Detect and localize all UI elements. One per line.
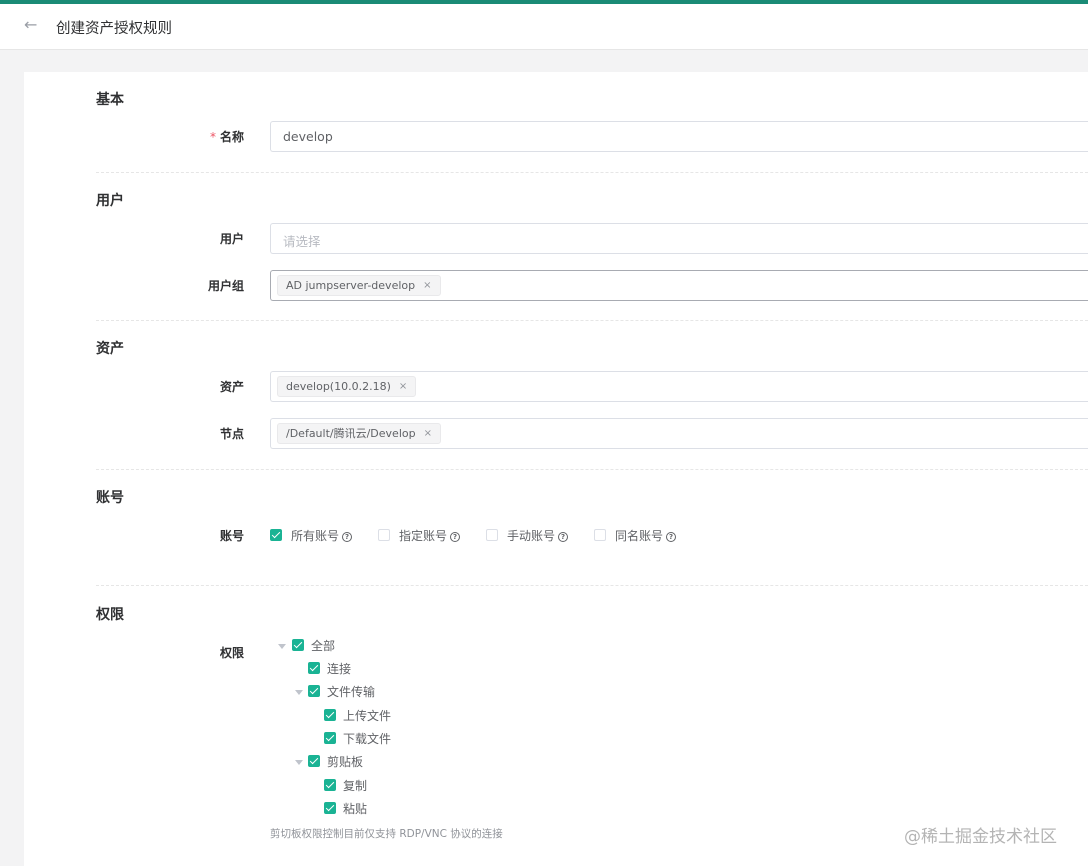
manual-accounts-label: 手动账号? (507, 527, 569, 544)
users-select-placeholder: 请选择 (283, 234, 321, 249)
tag-label: develop(10.0.2.18) (286, 380, 391, 393)
nodes-label: 节点 (219, 427, 244, 441)
users-label: 用户 (219, 232, 244, 246)
name-label-text: 名称 (219, 130, 244, 144)
tree-label-connect: 连接 (327, 662, 352, 676)
tree-collapse-icon[interactable] (295, 690, 303, 695)
section-divider (96, 320, 1088, 321)
cb-text: 同名账号 (615, 529, 664, 543)
name-input-value: develop (283, 129, 333, 144)
back-arrow-icon[interactable]: ← (24, 15, 42, 35)
accounts-label: 账号 (219, 529, 244, 543)
tree-checkbox-download[interactable] (324, 732, 336, 744)
tree-label-clipboard: 剪贴板 (327, 755, 364, 769)
user-group-tag: AD jumpserver-develop × (277, 275, 441, 296)
cb-text: 指定账号 (399, 529, 448, 543)
required-mark: * (209, 130, 216, 144)
section-divider (96, 585, 1088, 586)
page-header: ← 创建资产授权规则 (0, 4, 1088, 50)
help-circle-icon[interactable]: ? (342, 532, 353, 542)
tag-label: AD jumpserver-develop (286, 279, 416, 292)
name-label: * 名称 (124, 128, 244, 145)
clipboard-hint: 剪切板权限控制目前仅支持 RDP/VNC 协议的连接 (270, 828, 503, 840)
page-title: 创建资产授权规则 (56, 21, 172, 37)
tree-label-copy: 复制 (343, 779, 368, 793)
checkbox-same-name-accounts[interactable] (594, 529, 606, 541)
permissions-label: 权限 (219, 646, 244, 660)
tree-checkbox-all[interactable] (292, 639, 304, 651)
tree-checkbox-copy[interactable] (324, 779, 336, 791)
user-groups-select[interactable]: AD jumpserver-develop × (270, 270, 1088, 301)
tree-collapse-icon[interactable] (278, 644, 286, 649)
asset-tag: develop(10.0.2.18) × (277, 376, 417, 397)
help-circle-icon[interactable]: ? (666, 532, 677, 542)
user-groups-label: 用户组 (207, 279, 244, 293)
tree-checkbox-clipboard[interactable] (308, 755, 320, 767)
cb-text: 手动账号 (507, 529, 556, 543)
section-divider (96, 172, 1088, 173)
tag-label: /Default/腾讯云/Develop (286, 427, 416, 440)
tree-label-file-transfer: 文件传输 (327, 685, 376, 699)
all-accounts-label: 所有账号? (291, 527, 353, 544)
tree-checkbox-upload[interactable] (324, 709, 336, 721)
help-circle-icon[interactable]: ? (558, 532, 569, 542)
node-tag: /Default/腾讯云/Develop × (277, 423, 441, 444)
tag-close-icon[interactable]: × (399, 377, 407, 396)
tree-label-download: 下载文件 (343, 732, 392, 746)
tree-label-upload: 上传文件 (343, 709, 392, 723)
section-title-asset: 资产 (96, 341, 124, 357)
watermark: @稀土掘金技术社区 (904, 827, 1057, 847)
tree-collapse-icon[interactable] (295, 760, 303, 765)
cb-text: 所有账号 (291, 529, 340, 543)
help-circle-icon[interactable]: ? (450, 532, 461, 542)
section-title-permission: 权限 (96, 607, 124, 623)
tree-checkbox-connect[interactable] (308, 662, 320, 674)
checkbox-specified-accounts[interactable] (378, 529, 390, 541)
checkbox-all-accounts[interactable] (270, 529, 282, 541)
section-title-user: 用户 (96, 193, 124, 209)
users-select[interactable]: 请选择 (270, 223, 1088, 254)
section-title-basic: 基本 (96, 92, 124, 108)
name-input[interactable]: develop (270, 121, 1088, 152)
section-title-account: 账号 (96, 490, 124, 506)
tag-close-icon[interactable]: × (423, 276, 431, 295)
tag-close-icon[interactable]: × (424, 424, 432, 443)
tree-label-all: 全部 (311, 639, 336, 653)
section-divider (96, 469, 1088, 470)
form-card: 基本 * 名称 develop 用户 用户 请选择 用户组 AD jumpserv… (24, 72, 1088, 866)
same-name-accounts-label: 同名账号? (615, 527, 677, 544)
assets-select[interactable]: develop(10.0.2.18) × (270, 371, 1088, 402)
tree-label-paste: 粘贴 (343, 802, 368, 816)
tree-checkbox-paste[interactable] (324, 802, 336, 814)
specified-accounts-label: 指定账号? (399, 527, 461, 544)
nodes-select[interactable]: /Default/腾讯云/Develop × (270, 418, 1088, 449)
assets-label: 资产 (219, 380, 244, 394)
checkbox-manual-accounts[interactable] (486, 529, 498, 541)
tree-checkbox-file-transfer[interactable] (308, 685, 320, 697)
